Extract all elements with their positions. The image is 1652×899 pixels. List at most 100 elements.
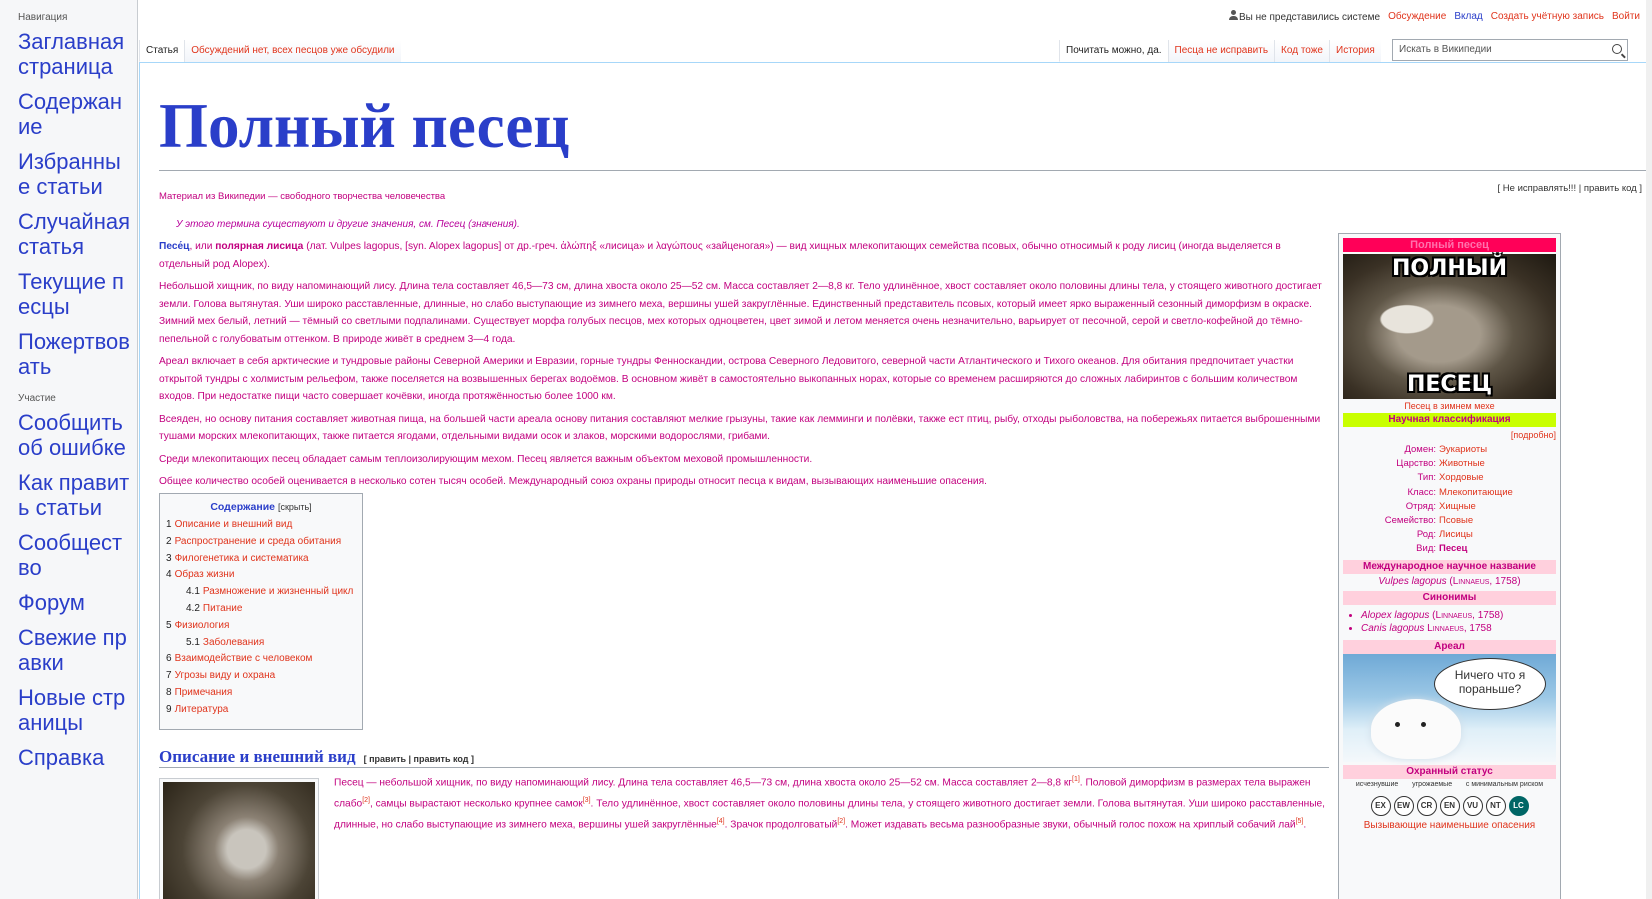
status-heading: Охранный статус — [1343, 764, 1556, 779]
toc-item[interactable]: 4.1 Размножение и жизненный цикл — [166, 584, 356, 601]
speech-bubble: Ничего что я пораньше? — [1434, 657, 1546, 710]
site-tagline: Материал из Википедии — свободного творч… — [159, 191, 446, 202]
nav-report-error[interactable]: Сообщить об ошибке — [18, 410, 130, 460]
conservation-scale[interactable]: исчезнувшие угрожаемые с минимальным рис… — [1343, 781, 1556, 816]
scrollbar[interactable] — [1646, 0, 1652, 899]
status-text[interactable]: Вызывающие наименьшие опасения — [1343, 820, 1556, 831]
not-logged-in: Вы не представились системе — [1229, 10, 1380, 23]
ref-link[interactable]: [2] — [362, 797, 370, 804]
tab-history[interactable]: История — [1329, 40, 1381, 62]
taxon-row: Тип: Хордовые — [1417, 472, 1484, 484]
lead-paragraph-1: Песе́ц, или полярная лисица (лат. Vulpes… — [159, 241, 1281, 270]
page-title: Полный песец — [159, 91, 570, 161]
status-lc: LC — [1508, 795, 1529, 816]
status-ex: EX — [1370, 795, 1391, 816]
nav-main-page[interactable]: Заглавная страница — [18, 29, 130, 79]
fox-eye-right — [1421, 721, 1426, 727]
search-icon[interactable] — [1612, 44, 1622, 54]
nav-random[interactable]: Случайная статья — [18, 209, 130, 259]
talk-link[interactable]: Обсуждение — [1388, 11, 1446, 22]
details-link[interactable]: [подробно] — [1343, 430, 1556, 440]
infobox-title: Полный песец — [1343, 238, 1556, 252]
toc-hide-button[interactable]: [скрыть] — [278, 502, 312, 512]
nav-list: Заглавная страница Содержание Избранные … — [0, 29, 137, 379]
tab-discussion[interactable]: Обсуждений нет, всех песцов уже обсудили — [184, 40, 401, 62]
infobox-main-image[interactable]: ПОЛНЫЙ ПЕСЕЦ — [1343, 254, 1556, 399]
status-vu: VU — [1462, 795, 1483, 816]
nav-forum[interactable]: Форум — [18, 590, 130, 615]
toc-item[interactable]: 7 Угрозы виду и охрана — [166, 668, 356, 685]
toc-title: Содержание [скрыть] — [210, 501, 312, 513]
intl-name: Vulpes lagopus (Linnaeus, 1758) — [1378, 575, 1521, 587]
tab-edit[interactable]: Песца не исправить — [1167, 40, 1275, 62]
lead-paragraph-4: Всеяден, но основу питания составляет жи… — [159, 413, 1321, 443]
section-text: Песец — небольшой хищник, по виду напоми… — [334, 776, 1326, 831]
sidebar: Навигация Заглавная страница Содержание … — [0, 0, 138, 899]
toc-item[interactable]: 4.2 Питание — [166, 601, 356, 618]
classification-heading[interactable]: Научная классификация — [1343, 413, 1556, 427]
nav-how-to-edit[interactable]: Как править статьи — [18, 470, 130, 520]
section-heading: Описание и внешний вид[ править | правит… — [159, 747, 474, 766]
nav-current[interactable]: Текущие песцы — [18, 269, 130, 319]
ref-link[interactable]: [3] — [583, 797, 591, 804]
table-of-contents: Содержание [скрыть] 1 Описание и внешний … — [159, 493, 363, 730]
lead-paragraph-3: Ареал включает в себя арктические и тунд… — [159, 356, 1298, 402]
lead-paragraph-2: Небольшой хищник, по виду напоминающий л… — [159, 281, 1322, 345]
taxon-row: Класс: Млекопитающие — [1407, 486, 1513, 498]
toc-item[interactable]: 5.1 Заболевания — [166, 635, 356, 652]
tab-edit-code[interactable]: Код тоже — [1274, 40, 1329, 62]
participation-heading: Участие — [18, 393, 56, 404]
create-account-link[interactable]: Создать учётную запись — [1491, 11, 1604, 22]
toc-item[interactable]: 2 Распространение и среда обитания — [166, 534, 356, 551]
infobox: Полный песец ПОЛНЫЙ ПЕСЕЦ Песец в зимнем… — [1338, 233, 1561, 899]
range-heading: Ареал — [1343, 639, 1556, 654]
namespace-tabs: Статья Обсуждений нет, всех песцов уже о… — [139, 40, 401, 62]
ref-link[interactable]: [1] — [1072, 776, 1080, 783]
taxon-row: Род: Лисицы — [1416, 529, 1473, 541]
nav-donate[interactable]: Пожертвовать — [18, 329, 130, 379]
section-edit-links[interactable]: [ править | править код ] — [364, 754, 474, 764]
toc-item[interactable]: 9 Литература — [166, 702, 356, 719]
login-link[interactable]: Войти — [1612, 11, 1640, 22]
tab-article[interactable]: Статья — [139, 40, 185, 62]
synonyms-heading: Синонимы — [1343, 590, 1556, 605]
taxon-row: Отряд: Хищные — [1405, 500, 1476, 512]
intl-name-heading: Международное научное название — [1343, 559, 1556, 574]
content: Полный песец Материал из Википедии — сво… — [139, 63, 1652, 899]
nav-contents[interactable]: Содержание — [18, 89, 130, 139]
hatnote[interactable]: У этого термина существуют и другие знач… — [176, 219, 520, 230]
taxonomy-table: Домен: Эукариоты Царство: Животные Тип: Хор… — [1343, 443, 1556, 557]
toc-item[interactable]: 6 Взаимодействие с человеком — [166, 651, 356, 668]
toc-item[interactable]: 1 Описание и внешний вид — [166, 517, 356, 534]
search-placeholder: Искать в Википедии — [1399, 44, 1492, 55]
title-divider — [159, 170, 1652, 171]
nav-community[interactable]: Сообщество — [18, 530, 130, 580]
contributions-link[interactable]: Вклад — [1454, 11, 1482, 22]
top-edit-links[interactable]: [ Не исправлять!!! | править код ] — [1498, 183, 1642, 194]
tab-read[interactable]: Почитать можно, да. — [1059, 40, 1168, 62]
toc-item[interactable]: 8 Примечания — [166, 685, 356, 702]
toc-item[interactable]: 5 Физиология — [166, 618, 356, 635]
fox-eye-left — [1395, 721, 1400, 727]
nav-recent-changes[interactable]: Свежие правки — [18, 625, 130, 675]
toc-item[interactable]: 3 Филогенетика и систематика — [166, 551, 356, 568]
ref-link[interactable]: [4] — [717, 818, 725, 825]
taxon-row: Царство: Животные — [1396, 458, 1485, 470]
thumbnail-image[interactable] — [159, 778, 319, 899]
toc-item[interactable]: 4 Образ жизни — [166, 567, 356, 584]
lead-paragraph-5: Среди млекопитающих песец обладает самым… — [159, 453, 813, 465]
meme-bottom-text: ПЕСЕЦ — [1406, 372, 1493, 397]
nav-featured[interactable]: Избранные статьи — [18, 149, 130, 199]
synonym-item: Alopex lagopus (Linnaeus, 1758) — [1361, 609, 1556, 623]
user-icon — [1229, 10, 1239, 20]
infobox-caption[interactable]: Песец в зимнем мехе — [1343, 401, 1556, 411]
section-divider — [159, 767, 1329, 768]
search-input[interactable]: Искать в Википедии — [1392, 39, 1628, 61]
range-image[interactable]: Ничего что я пораньше? — [1343, 653, 1556, 762]
nav-help[interactable]: Справка — [18, 745, 130, 770]
taxon-row: Семейство: Псовые — [1384, 515, 1474, 527]
white-fox-shape — [1371, 698, 1461, 759]
nav-new-pages[interactable]: Новые страницы — [18, 685, 130, 735]
meme-top-text: ПОЛНЫЙ — [1391, 256, 1507, 281]
ref-link[interactable]: [2] — [837, 818, 845, 825]
